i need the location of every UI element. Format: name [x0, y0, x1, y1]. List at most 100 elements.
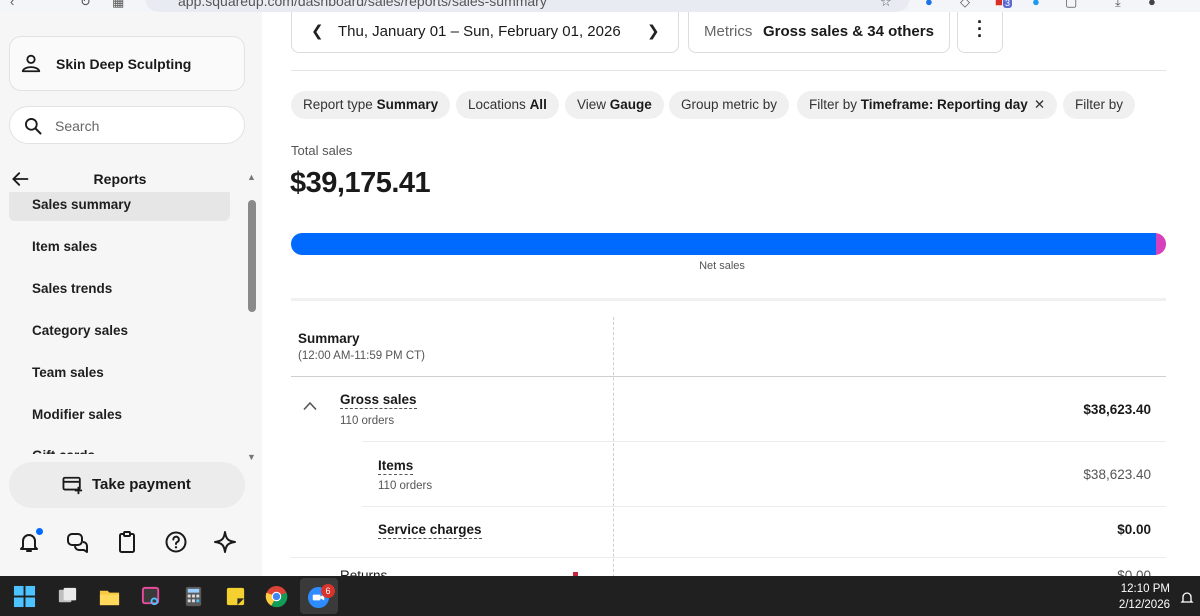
reports-nav: Sales summary Item sales Sales trends Ca… [9, 192, 230, 454]
scroll-up-arrow[interactable]: ▲ [247, 172, 256, 182]
help-icon[interactable] [164, 530, 188, 554]
profile-avatar[interactable]: ● [1148, 0, 1156, 9]
date-range-text[interactable]: Thu, January 01 – Sun, February 01, 2026 [338, 23, 621, 40]
filter-label: View [577, 97, 607, 112]
extension-icon[interactable]: ● [925, 0, 933, 9]
returns-value: $0.00 [1117, 568, 1151, 576]
windows-start-icon[interactable] [13, 585, 36, 608]
chevron-up-icon[interactable] [303, 401, 317, 411]
chat-icon[interactable] [66, 530, 90, 554]
remove-filter-icon[interactable]: ✕ [1034, 97, 1045, 112]
filter-label: Locations [468, 97, 526, 112]
metrics-label: Metrics [704, 23, 753, 40]
nav-item-item-sales[interactable]: Item sales [9, 231, 230, 263]
gross-sales-value: $38,623.40 [1083, 402, 1151, 417]
filter-label: Filter by [1075, 97, 1124, 112]
bookmark-star-icon[interactable]: ☆ [880, 0, 892, 10]
search-field[interactable] [9, 106, 245, 144]
row-divider [362, 441, 1166, 442]
task-view-icon[interactable] [56, 585, 79, 608]
search-input[interactable] [55, 116, 225, 136]
total-sales-label: Total sales [291, 143, 353, 158]
sidebar: Skin Deep Sculpting Reports Sales summar… [0, 12, 262, 576]
gauge-label: Net sales [699, 260, 745, 272]
person-icon [21, 54, 41, 73]
filter-value: All [529, 97, 547, 112]
nav-item-modifier-sales[interactable]: Modifier sales [9, 399, 230, 431]
filter-add[interactable]: Filter by [1063, 91, 1136, 119]
take-payment-button[interactable]: Take payment [9, 462, 245, 508]
apps-icon[interactable]: ▦ [112, 0, 124, 10]
summary-title: Summary [298, 331, 360, 346]
items-orders: 110 orders [378, 480, 433, 492]
items-label[interactable]: Items [378, 458, 414, 475]
twitter-icon[interactable]: ● [1032, 0, 1040, 9]
divider [291, 298, 1166, 301]
total-sales-value: $39,175.41 [290, 167, 431, 199]
browser-toolbar: ‹ ↻ ▦ app.squareup.com/dashboard/sales/r… [0, 0, 1200, 12]
previous-period-icon[interactable]: ❮ [311, 22, 324, 40]
net-sales-gauge [291, 233, 1166, 255]
extension-badge: 3 [1003, 0, 1013, 8]
nav-item-gift-cards[interactable]: Gift cards [9, 440, 230, 454]
sidebar-scrollbar[interactable] [248, 200, 256, 312]
take-payment-label: Take payment [92, 476, 191, 493]
calculator-icon[interactable] [182, 585, 205, 608]
date-range-picker[interactable]: ❮ Thu, January 01 – Sun, February 01, 20… [291, 12, 679, 53]
gauge-net-segment [291, 233, 1156, 255]
chrome-icon[interactable] [265, 585, 288, 608]
clock-date[interactable]: 2/12/2026 [1100, 599, 1170, 611]
snipping-tool-icon[interactable] [140, 585, 163, 608]
account-name: Skin Deep Sculpting [56, 56, 192, 72]
extension-icon[interactable]: ■ [995, 0, 1003, 9]
returns-label[interactable]: Returns [340, 568, 387, 576]
nav-item-sales-summary[interactable]: Sales summary [9, 192, 230, 221]
refresh-icon[interactable]: ↻ [80, 0, 91, 10]
gross-sales-label[interactable]: Gross sales [340, 392, 417, 409]
filter-value: Timeframe: Reporting day [860, 97, 1028, 112]
notification-bell-icon[interactable] [1180, 591, 1194, 605]
table-header-divider [291, 376, 1166, 377]
nav-item-category-sales[interactable]: Category sales [9, 315, 230, 347]
back-icon[interactable]: ‹ [10, 0, 14, 9]
filter-view[interactable]: View Gauge [565, 91, 664, 119]
filter-label: Report type [303, 97, 373, 112]
clock-time[interactable]: 12:10 PM [1110, 583, 1170, 595]
metrics-selector[interactable]: Metrics Gross sales & 34 others [688, 12, 950, 53]
sticky-notes-icon[interactable] [224, 585, 247, 608]
items-value: $38,623.40 [1083, 467, 1151, 482]
file-explorer-icon[interactable] [98, 585, 121, 608]
filter-value: Gauge [609, 97, 652, 112]
app-root: ‹ ↻ ▦ app.squareup.com/dashboard/sales/r… [0, 0, 1200, 616]
next-period-icon[interactable]: ❯ [647, 22, 660, 40]
filter-group-metric[interactable]: Group metric by [669, 91, 790, 119]
service-charges-value: $0.00 [1117, 522, 1151, 537]
more-options-button[interactable]: · · · [957, 12, 1003, 53]
extension-icon[interactable]: ▢ [1065, 0, 1077, 10]
clipboard-icon[interactable] [115, 530, 139, 554]
gauge-other-segment [1156, 233, 1166, 255]
nav-item-team-sales[interactable]: Team sales [9, 357, 230, 389]
kebab-icon: · · · [977, 12, 983, 46]
filter-label: Group metric by [681, 97, 778, 112]
service-charges-label[interactable]: Service charges [378, 522, 482, 539]
notification-dot [36, 528, 43, 535]
row-divider [362, 506, 1166, 507]
scroll-down-arrow[interactable]: ▼ [247, 452, 256, 462]
url-text[interactable]: app.squareup.com/dashboard/sales/reports… [178, 0, 547, 9]
filter-report-type[interactable]: Report type Summary [291, 91, 451, 119]
nav-item-sales-trends[interactable]: Sales trends [9, 273, 230, 305]
filter-locations[interactable]: Locations All [456, 91, 559, 119]
extension-icon[interactable]: ◇ [960, 0, 970, 10]
sparkle-icon[interactable] [213, 530, 237, 554]
search-icon [25, 118, 42, 135]
taskbar: 6 [0, 576, 1200, 616]
download-icon[interactable]: ⤓ [1115, 0, 1121, 10]
account-switcher[interactable]: Skin Deep Sculpting [9, 36, 245, 91]
card-plus-icon [62, 476, 83, 495]
filter-timeframe[interactable]: Filter by Timeframe: Reporting day ✕ [797, 91, 1058, 119]
divider [291, 70, 1166, 71]
column-divider [613, 317, 614, 576]
zoom-badge: 6 [321, 584, 335, 598]
row-divider [291, 557, 1166, 558]
